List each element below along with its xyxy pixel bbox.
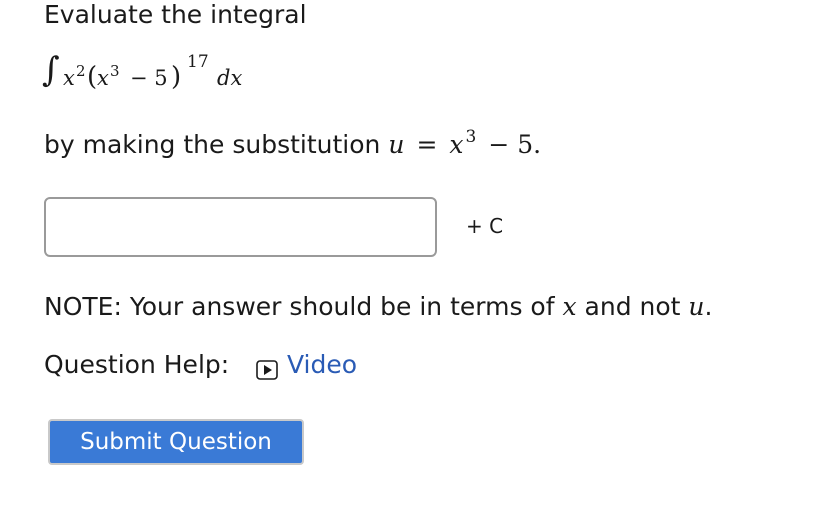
note-x: x [562,292,577,321]
substitution-u: u [388,130,405,159]
question-prompt: Evaluate the integral [44,0,307,29]
video-link[interactable]: Video [256,350,358,380]
integral-minus-five: − 5 [130,66,168,90]
question-help: Question Help: Video [44,350,357,380]
substitution-equals: = [416,130,438,159]
integral-exponent-3: 3 [110,62,120,80]
substitution-rest: − 5. [488,130,542,159]
integral-expression: ∫ x 2 ( x 3 − 5 ) 17 dx [42,50,304,98]
integral-exponent-17: 17 [187,52,209,72]
substitution-x: x [449,130,464,159]
integral-dx: dx [217,66,243,90]
note-text: NOTE: Your answer should be in terms of … [44,292,712,321]
integral-left-paren: ( [87,62,98,92]
submit-question-button[interactable]: Submit Question [48,419,304,465]
note-middle: and not [576,292,689,321]
play-icon [256,357,278,380]
integral-x: x [63,66,75,90]
integral-right-paren: ) [171,62,182,92]
constant-suffix: + C [466,214,504,238]
integral-exponent-2: 2 [76,62,86,80]
integral-inner-x: x [97,66,109,90]
substitution-exponent: 3 [465,127,477,147]
note-before: NOTE: Your answer should be in terms of [44,292,563,321]
video-link-label: Video [287,350,358,379]
substitution-text: by making the substitution [44,130,389,159]
integral-sign: ∫ [42,50,60,90]
note-u: u [688,292,705,321]
question-help-label: Question Help: [44,350,230,379]
substitution-line: by making the substitution u = x 3 − 5. [44,127,542,159]
note-after: . [704,292,713,321]
answer-input[interactable] [44,197,437,257]
